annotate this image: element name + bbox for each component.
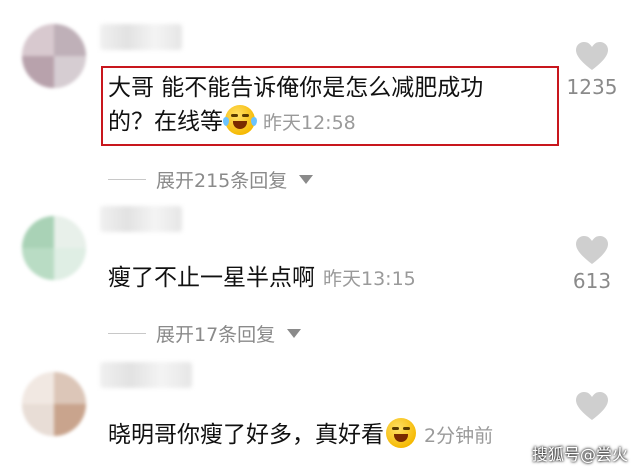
heart-icon <box>576 392 608 420</box>
divider-line <box>108 179 146 180</box>
like-button[interactable]: 613 <box>562 236 622 293</box>
expand-replies-button[interactable]: 展开17条回复 <box>108 320 302 347</box>
heart-icon <box>576 236 608 264</box>
comment-time: 2分钟前 <box>424 425 494 447</box>
comment-text: 晓明哥你瘦了好多，真好看 2分钟前 <box>108 418 493 453</box>
avatar[interactable] <box>22 372 86 436</box>
comment-text-line1: 大哥 能不能告诉俺你是怎么减肥成功 <box>108 75 484 101</box>
like-button[interactable] <box>562 392 622 421</box>
avatar[interactable] <box>22 216 86 280</box>
expand-replies-label: 展开215条回复 <box>156 170 288 192</box>
username-blurred[interactable] <box>100 362 192 388</box>
username-blurred[interactable] <box>100 24 182 50</box>
comment-time: 昨天12:58 <box>263 112 356 134</box>
username-blurred[interactable] <box>100 206 182 232</box>
comment-text: 大哥 能不能告诉俺你是怎么减肥成功 的？在线等 昨天12:58 <box>108 72 483 140</box>
like-count: 613 <box>572 269 612 293</box>
winking-emoji-icon <box>386 418 416 448</box>
avatar[interactable] <box>22 24 86 88</box>
watermark: 搜狐号@尝火 <box>531 445 628 464</box>
expand-replies-button[interactable]: 展开215条回复 <box>108 166 314 193</box>
like-count: 1235 <box>566 75 618 99</box>
comment-text-line1: 瘦了不止一星半点啊 <box>108 265 315 291</box>
chevron-down-icon <box>299 175 314 184</box>
laughing-crying-emoji-icon <box>223 105 257 135</box>
comment-time: 昨天13:15 <box>323 268 416 290</box>
divider-line <box>108 333 146 334</box>
chevron-down-icon <box>287 329 302 338</box>
expand-replies-label: 展开17条回复 <box>156 324 276 346</box>
like-button[interactable]: 1235 <box>562 42 622 99</box>
comment-text-line1: 晓明哥你瘦了好多，真好看 <box>108 422 384 448</box>
comment-text-line2: 的？在线等 <box>108 109 223 135</box>
comment-text: 瘦了不止一星半点啊 昨天13:15 <box>108 262 416 296</box>
heart-icon <box>576 42 608 70</box>
